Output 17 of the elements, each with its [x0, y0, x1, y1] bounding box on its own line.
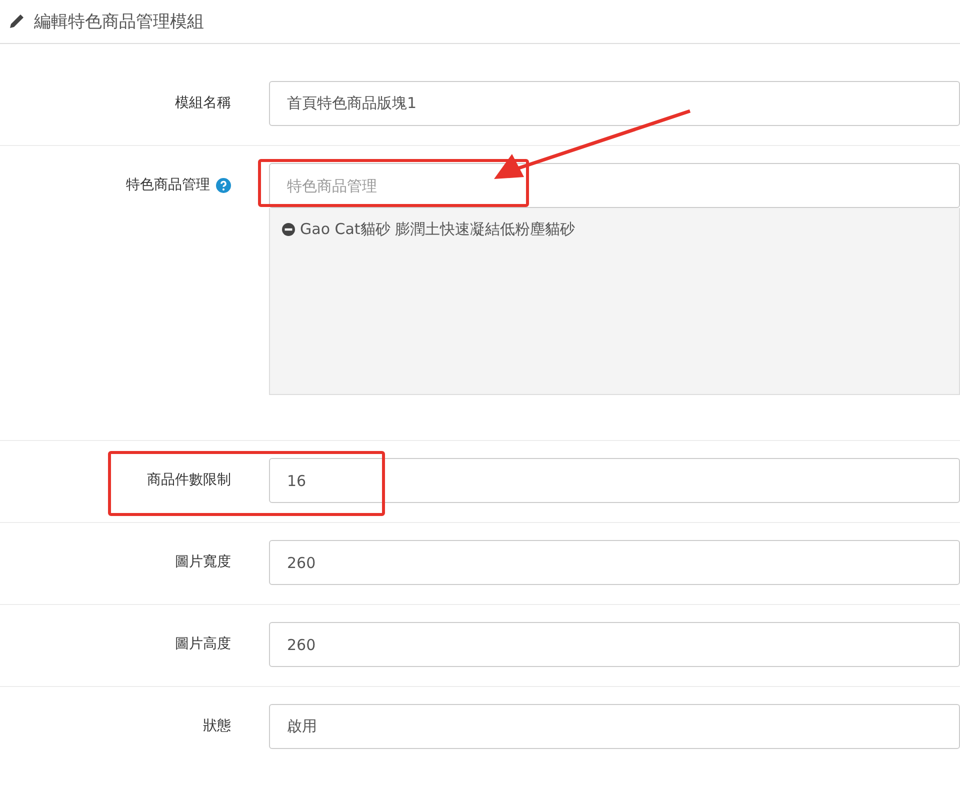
select-field[interactable]: 啟用 — [269, 704, 960, 749]
product-name: Gao Cat貓砂 膨潤土快速凝結低粉塵貓砂 — [300, 220, 576, 239]
field-label: 特色商品管理 — [126, 176, 210, 194]
search-field[interactable]: 特色商品管理 — [269, 163, 960, 208]
help-icon[interactable] — [216, 178, 231, 192]
field-label: 圖片寬度 — [175, 553, 231, 571]
input-field[interactable]: 260 — [269, 622, 960, 667]
field-label: 商品件數限制 — [147, 471, 231, 489]
pencil-icon — [8, 14, 24, 30]
field-label: 模組名稱 — [175, 94, 231, 112]
panel-title: 編輯特色商品管理模組 — [34, 11, 204, 33]
remove-icon[interactable] — [282, 223, 295, 236]
field-label: 圖片高度 — [175, 635, 231, 653]
input-field[interactable]: 16 — [269, 458, 960, 503]
input-field[interactable]: 首頁特色商品版塊1 — [269, 81, 960, 126]
field-label: 狀態 — [203, 717, 231, 735]
input-field[interactable]: 260 — [269, 540, 960, 585]
